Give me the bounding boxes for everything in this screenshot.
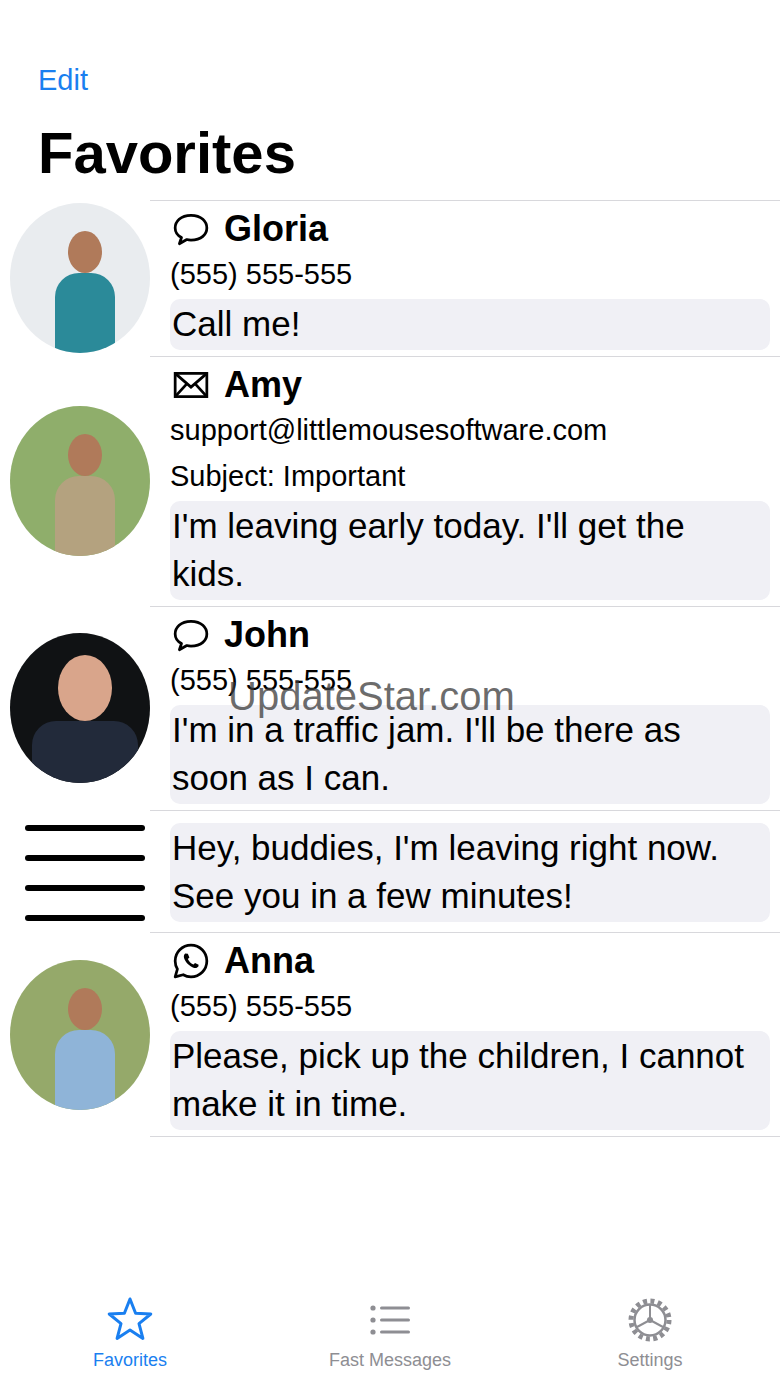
- favorite-row[interactable]: Anna(555) 555-555Please, pick up the chi…: [0, 932, 780, 1137]
- name-line: Gloria: [170, 207, 770, 251]
- contact-name: Amy: [224, 363, 302, 407]
- contact-detail: (555) 555-555: [170, 657, 770, 703]
- message-text[interactable]: Call me!: [170, 299, 770, 350]
- favorite-body: Hey, buddies, I'm leaving right now. See…: [150, 810, 780, 932]
- contact-photo: [10, 633, 150, 783]
- favorite-row[interactable]: John(555) 555-555I'm in a traffic jam. I…: [0, 606, 780, 810]
- gear-icon: [625, 1295, 675, 1345]
- name-line: Amy: [170, 363, 770, 407]
- favorite-body: Anna(555) 555-555Please, pick up the chi…: [150, 932, 780, 1137]
- nav-bar: Edit: [0, 0, 780, 100]
- avatar-cell: [0, 200, 150, 356]
- avatar-cell: [0, 932, 150, 1137]
- message-text[interactable]: I'm in a traffic jam. I'll be there as s…: [170, 705, 770, 804]
- favorite-row[interactable]: Amysupport@littlemousesoftware.comSubjec…: [0, 356, 780, 606]
- contact-name: Gloria: [224, 207, 328, 251]
- name-line: John: [170, 613, 770, 657]
- contact-detail: Subject: Important: [170, 453, 770, 499]
- contact-name: John: [224, 613, 310, 657]
- whatsapp-icon: [172, 942, 210, 980]
- tab-item[interactable]: Favorites: [30, 1295, 230, 1375]
- contact-photo: [10, 203, 150, 353]
- star-icon: [105, 1295, 155, 1345]
- drag-handle-icon[interactable]: [25, 821, 145, 921]
- envelope-icon: [172, 366, 210, 404]
- tab-label: Favorites: [93, 1349, 167, 1371]
- message-bubble-icon: [172, 210, 210, 248]
- tab-item[interactable]: Settings: [550, 1295, 750, 1375]
- content: EditFavoritesGloria(555) 555-555Call me!…: [0, 0, 780, 1281]
- edit-button[interactable]: Edit: [38, 64, 88, 96]
- tab-label: Settings: [617, 1349, 682, 1371]
- contact-photo: [10, 406, 150, 556]
- contact-detail: support@littlemousesoftware.com: [170, 407, 770, 453]
- name-line: Anna: [170, 939, 770, 983]
- message-text[interactable]: Please, pick up the children, I cannot m…: [170, 1031, 770, 1130]
- favorite-body: John(555) 555-555I'm in a traffic jam. I…: [150, 606, 780, 810]
- favorite-row[interactable]: Hey, buddies, I'm leaving right now. See…: [0, 810, 780, 932]
- tab-bar: Favorites Fast Messages Settings: [0, 1281, 780, 1387]
- page-title: Favorites: [38, 120, 780, 186]
- message-text[interactable]: I'm leaving early today. I'll get the ki…: [170, 501, 770, 600]
- tab-item[interactable]: Fast Messages: [290, 1295, 490, 1375]
- avatar-cell: [0, 606, 150, 810]
- contact-name: Anna: [224, 939, 314, 983]
- contact-detail: (555) 555-555: [170, 983, 770, 1029]
- watermark: UpdateStar.com: [228, 672, 515, 720]
- favorite-body: Amysupport@littlemousesoftware.comSubjec…: [150, 356, 780, 606]
- tab-label: Fast Messages: [329, 1349, 451, 1371]
- favorite-row[interactable]: Gloria(555) 555-555Call me!: [0, 200, 780, 356]
- contact-detail: (555) 555-555: [170, 251, 770, 297]
- favorites-screen: EditFavoritesGloria(555) 555-555Call me!…: [0, 0, 780, 1387]
- list-icon: [365, 1295, 415, 1345]
- message-bubble-icon: [172, 616, 210, 654]
- avatar-cell: [0, 810, 150, 932]
- contact-photo: [10, 960, 150, 1110]
- favorite-body: Gloria(555) 555-555Call me!: [150, 200, 780, 356]
- avatar-cell: [0, 356, 150, 606]
- favorites-list: Gloria(555) 555-555Call me!Amysupport@li…: [0, 200, 780, 1137]
- message-text[interactable]: Hey, buddies, I'm leaving right now. See…: [170, 823, 770, 922]
